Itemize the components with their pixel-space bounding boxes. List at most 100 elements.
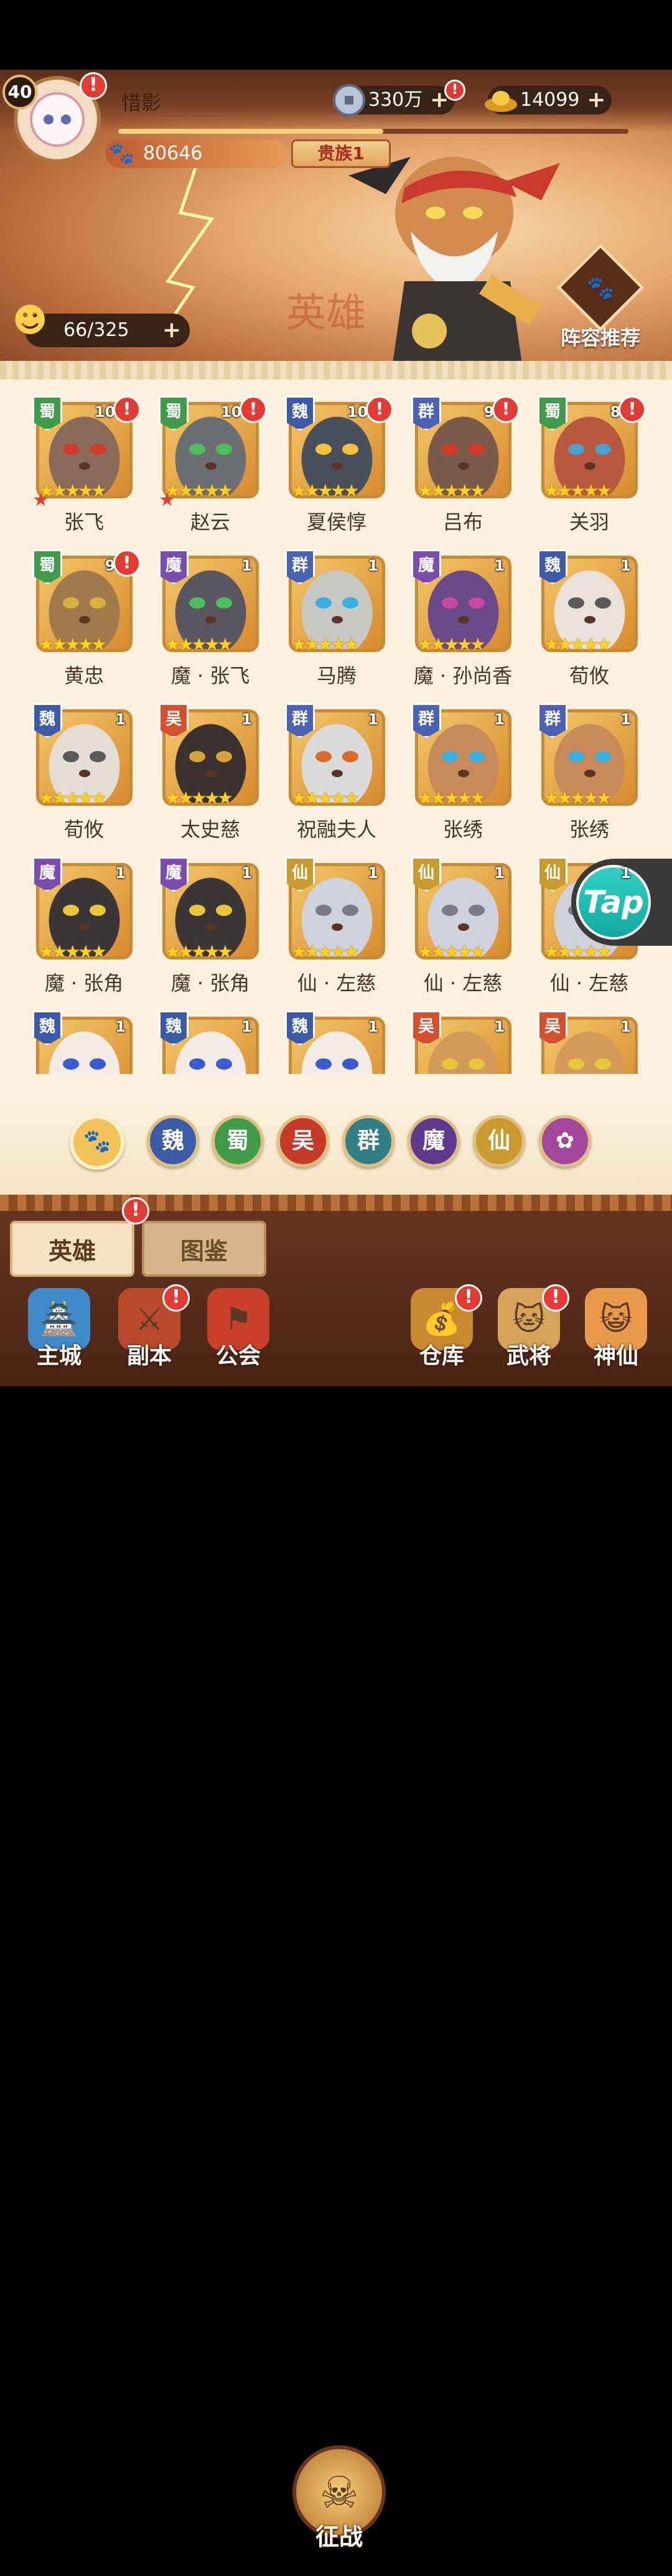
faction-filter-bar: 🐾 魏蜀吴群魔仙 ✿ bbox=[0, 1095, 672, 1195]
nav-city[interactable]: 🏯 主城 bbox=[19, 1288, 100, 1381]
hero-card[interactable]: 蜀80!★★★★★关羽 bbox=[536, 396, 646, 539]
hero-card[interactable]: 魏1 bbox=[284, 1010, 390, 1074]
hero-name: 祝融夫人 bbox=[296, 818, 376, 841]
filter-faction-button[interactable]: 魏 bbox=[147, 1115, 199, 1167]
nav-general-label: 武将 bbox=[506, 1343, 551, 1369]
hero-card[interactable]: 魏 1 ★★★★★ 荀攸 bbox=[31, 703, 137, 846]
hero-level: 1 bbox=[494, 711, 505, 728]
filter-faction-button[interactable]: 仙 bbox=[473, 1115, 525, 1167]
hero-card[interactable]: 群 1 ★★★★★ 张绣 bbox=[410, 703, 516, 846]
hero-alert-badge: ! bbox=[240, 396, 267, 423]
star-rating: ★★★★★ bbox=[291, 634, 359, 655]
add-ingots-button[interactable]: + bbox=[587, 86, 605, 114]
nav-guild[interactable]: ⚑ 公会 bbox=[198, 1288, 279, 1381]
hero-card[interactable]: 魔 1 ★★★★★ 魔 · 张角 bbox=[31, 857, 137, 1000]
coin-icon bbox=[333, 84, 365, 116]
hero-level: 1 bbox=[115, 1018, 126, 1035]
hero-card[interactable]: 群 1 ★★★★★ 马腾 bbox=[284, 549, 390, 693]
hero-card[interactable]: 群96!★★★★★吕布 bbox=[410, 396, 520, 539]
nav-city-label: 主城 bbox=[36, 1343, 82, 1369]
tap-label: Tap bbox=[576, 865, 651, 940]
ingots-resource[interactable]: 14099 + bbox=[485, 86, 612, 114]
nav-battle[interactable]: ☠ 征战 bbox=[292, 2445, 386, 2576]
general-alert-badge: ! bbox=[542, 1284, 569, 1312]
warehouse-alert-badge: ! bbox=[455, 1284, 482, 1312]
coins-alert-badge: ! bbox=[444, 80, 465, 101]
power-value: 80646 bbox=[143, 142, 203, 164]
hero-name: 魔 · 张角 bbox=[170, 971, 250, 995]
hero-name: 魔 · 张角 bbox=[44, 971, 124, 995]
nav-dungeon[interactable]: ⚔ 副本 ! bbox=[109, 1284, 190, 1381]
hero-name: 荀攸 bbox=[569, 664, 609, 688]
hero-card[interactable]: 魔 1 ★★★★★ 魔 · 张飞 bbox=[157, 549, 263, 693]
star-rating: ★★★★★ bbox=[165, 941, 233, 962]
filter-paw-button[interactable]: 🐾 bbox=[70, 1115, 124, 1170]
hero-card[interactable]: 蜀92!★★★★★黄忠 bbox=[31, 549, 141, 693]
nav-general[interactable]: 🐱 武将 ! bbox=[488, 1284, 569, 1381]
hero-card[interactable]: 蜀 100! ★★★★★ ★ 赵云 bbox=[157, 396, 267, 539]
star-rating: ★★★★★ bbox=[418, 480, 485, 501]
player-level-badge: 40 bbox=[2, 75, 37, 110]
hero-level: 1 bbox=[620, 1018, 631, 1035]
nav-guild-label: 公会 bbox=[215, 1343, 261, 1369]
star-rating: ★★★★★ bbox=[291, 480, 359, 501]
hero-level: 1 bbox=[494, 864, 505, 882]
hero-alert-badge: ! bbox=[618, 396, 646, 423]
star-rating: ★★★★★ bbox=[39, 788, 106, 808]
hero-card[interactable]: 仙 1 ★★★★★ 仙 · 左慈 bbox=[410, 857, 516, 1000]
hero-card[interactable]: 蜀 100! ★★★★★ ★ 张飞 bbox=[31, 396, 141, 539]
star-rating: ★★★★★ bbox=[544, 941, 612, 962]
nav-immortal[interactable]: 😺 神仙 bbox=[576, 1288, 656, 1381]
hero-card[interactable]: 吴 1 ★★★★★ 太史慈 bbox=[157, 703, 263, 846]
hero-name: 马腾 bbox=[316, 664, 357, 688]
hero-name: 关羽 bbox=[569, 510, 609, 534]
hero-card[interactable]: 魏1 bbox=[157, 1010, 263, 1074]
filter-faction-button[interactable]: 吴 bbox=[277, 1115, 329, 1167]
tab-heroes[interactable]: 英雄 bbox=[10, 1221, 134, 1277]
filter-faction-button[interactable]: 蜀 bbox=[212, 1115, 264, 1167]
hero-alert-badge: ! bbox=[113, 549, 141, 577]
filter-swirl-button[interactable]: ✿ bbox=[539, 1115, 591, 1167]
star-rating: ★★★★★ bbox=[418, 788, 485, 808]
hero-card[interactable]: 吴1 bbox=[410, 1010, 516, 1074]
hero-name: 张绣 bbox=[569, 818, 609, 841]
coins-resource[interactable]: 330万 + bbox=[333, 84, 455, 116]
stamina-display[interactable]: ☻ 66/325 + bbox=[12, 304, 190, 347]
hero-level: 1 bbox=[494, 557, 505, 574]
noble-rank-badge[interactable]: 贵族1 bbox=[291, 139, 391, 168]
hero-card[interactable]: 群 1 ★★★★★ 祝融夫人 bbox=[284, 703, 390, 846]
formation-recommend-button[interactable]: 🐾 阵容推荐 bbox=[554, 243, 647, 351]
hero-level: 1 bbox=[115, 711, 126, 728]
exp-progress-bar bbox=[118, 129, 628, 134]
hero-name: 仙 · 左慈 bbox=[297, 971, 376, 995]
power-display: 🐾 80646 bbox=[106, 139, 286, 168]
hero-card[interactable]: 魏 1 ★★★★★ 荀攸 bbox=[536, 549, 642, 693]
hero-card[interactable]: 仙 1 ★★★★★ 仙 · 左慈 bbox=[284, 857, 390, 1000]
filter-faction-button[interactable]: 魔 bbox=[408, 1115, 460, 1167]
add-stamina-button[interactable]: + bbox=[162, 314, 181, 347]
hero-grid: 蜀 100! ★★★★★ ★ 张飞蜀 100! ★★★★★ ★ 赵云魏 100! ★★★★★ 夏侯惇群… bbox=[31, 396, 647, 1074]
star-rating: ★★★★★ bbox=[544, 480, 612, 501]
star-rating: ★★★★★ bbox=[291, 788, 359, 808]
nav-warehouse-label: 仓库 bbox=[419, 1343, 464, 1369]
hero-card[interactable]: 魔 1 ★★★★★ 魔 · 张角 bbox=[157, 857, 263, 1000]
hero-card[interactable]: 魔 1 ★★★★★ 魔 · 孙尚香 bbox=[410, 549, 516, 693]
hero-level: 1 bbox=[620, 864, 631, 882]
hero-alert-badge: ! bbox=[113, 396, 141, 423]
filter-faction-button[interactable]: 群 bbox=[342, 1115, 394, 1167]
hero-alert-badge: ! bbox=[366, 396, 393, 423]
avatar-face bbox=[30, 92, 85, 147]
dungeon-alert-badge: ! bbox=[162, 1284, 190, 1312]
hero-card[interactable]: 群 1 ★★★★★ 张绣 bbox=[536, 703, 642, 846]
nav-dungeon-label: 副本 bbox=[126, 1343, 172, 1369]
hero-card[interactable]: 魏 100! ★★★★★ 夏侯惇 bbox=[284, 396, 393, 539]
hero-card[interactable]: 魏1 bbox=[31, 1010, 137, 1074]
tab-codex[interactable]: 图鉴 bbox=[142, 1221, 266, 1277]
gold-ingot-icon bbox=[485, 91, 517, 112]
hero-card[interactable]: 吴1 bbox=[536, 1010, 642, 1074]
hero-list-panel: 蜀 100! ★★★★★ ★ 张飞蜀 100! ★★★★★ ★ 赵云魏 100! ★★★★★ 夏侯惇群… bbox=[0, 361, 672, 1195]
star-rating: ★★★★★ bbox=[39, 941, 106, 962]
star-rating: ★★★★★ bbox=[39, 634, 106, 655]
nav-warehouse[interactable]: 💰 仓库 ! bbox=[401, 1284, 482, 1381]
coins-value: 330万 bbox=[368, 89, 423, 111]
